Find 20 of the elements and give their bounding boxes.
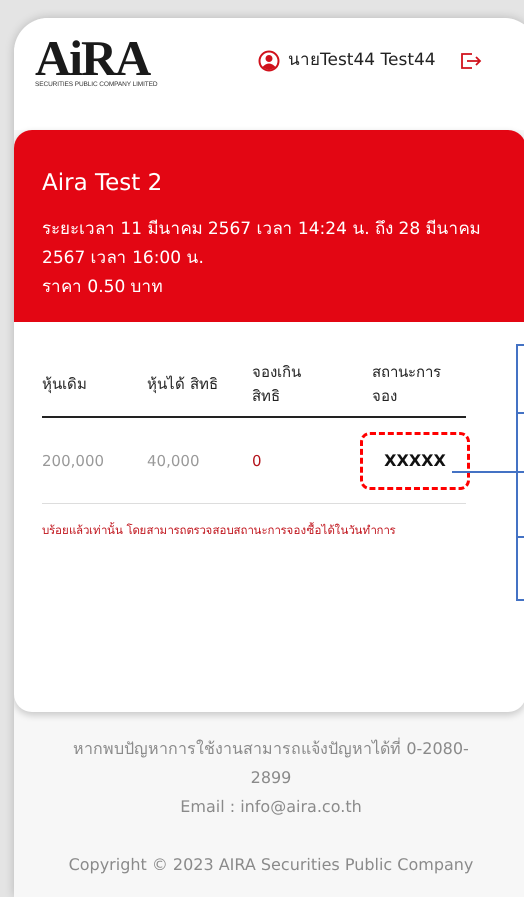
offer-title: Aira Test 2 (42, 169, 164, 198)
table-cell: 40,000 (147, 452, 200, 470)
user-name: นายTest44 Test44 (288, 49, 436, 72)
column-header: สถานะการ จอง (372, 362, 442, 407)
status-cell: XXXXX (360, 432, 470, 490)
leader-line (452, 471, 524, 473)
logout-icon[interactable] (460, 52, 482, 70)
contact-text: หากพบปัญหาการใช้งานสามารถแจ้งปัญหาได้ที่ 0-2080-2899 (72, 736, 470, 789)
column-header: หุ้นเดิม (42, 374, 88, 396)
email-text: Email : info@aira.co.th (179, 796, 363, 818)
notice-text: บร้อยแล้วเท่านั้น โดยสามารถตรวจสอบสถานะการจองซื้อได้ในวันทำการ (42, 522, 397, 539)
column-header: หุ้นได้ สิทธิ (147, 374, 219, 396)
user-icon[interactable] (258, 50, 280, 72)
table-cell: 0 (252, 452, 262, 470)
column-header: จองเกิน สิทธิ (252, 362, 302, 407)
logo-wordmark: AiRA (35, 36, 150, 80)
offer-price: ราคา 0.50 บาท (42, 276, 164, 298)
offer-period: ระยะเวลา 11 มีนาคม 2567 เวลา 14:24 น. ถึง 28 มีนาคม 2567 เวลา 16:00 น. (42, 218, 482, 270)
table-cell: 200,000 (42, 452, 104, 470)
copyright-text: Copyright © 2023 AIRA Securities Public Company (68, 854, 474, 876)
